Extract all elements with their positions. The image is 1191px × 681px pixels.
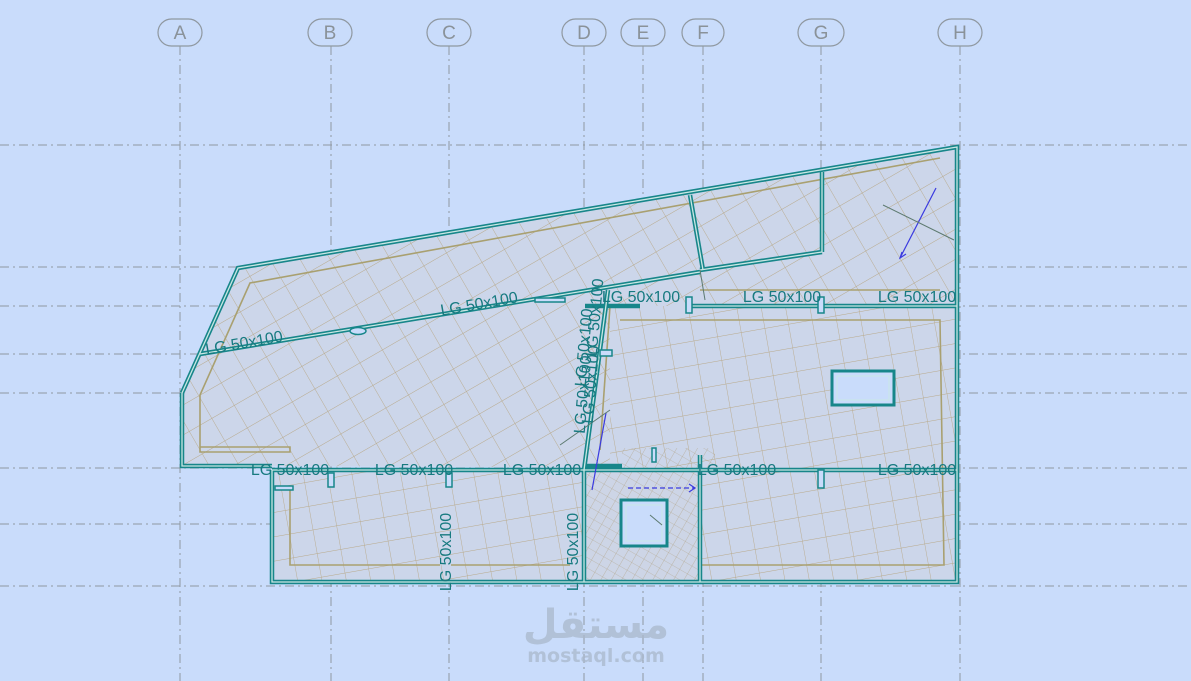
beam-label[interactable]: LG 50x100 xyxy=(878,462,956,479)
beam-label[interactable]: LG 50x100 xyxy=(438,513,455,591)
watermark-logo: مستقل mostaql.com xyxy=(523,602,669,667)
beam-label[interactable]: LG 50x100 xyxy=(503,462,581,479)
watermark-arabic: مستقل xyxy=(523,602,669,648)
beam-label[interactable]: LG 50x100 xyxy=(743,289,821,306)
grid-bubble-c[interactable]: C xyxy=(426,18,472,47)
grid-bubble-h[interactable]: H xyxy=(937,18,983,47)
grid-label-d: D xyxy=(577,23,591,44)
grid-label-b: B xyxy=(324,23,337,44)
grid-bubbles: A B C D E F G H xyxy=(157,18,983,47)
beam-label[interactable]: LG 50x100 xyxy=(565,513,582,591)
grid-bubble-b[interactable]: B xyxy=(307,18,353,47)
grid-label-h: H xyxy=(953,23,967,44)
grid-bubble-f[interactable]: F xyxy=(681,18,725,47)
grid-bubble-a[interactable]: A xyxy=(157,18,203,47)
grid-bubble-e[interactable]: E xyxy=(620,18,666,47)
beam-label[interactable]: LG 50x100 xyxy=(602,289,680,306)
beam-label[interactable]: LG 50x100 xyxy=(375,462,453,479)
grid-bubble-g[interactable]: G xyxy=(797,18,845,47)
beam-label[interactable]: LG 50x100 xyxy=(878,289,956,306)
grid-label-c: C xyxy=(442,23,456,44)
structural-plan-canvas[interactable]: A B C D E F G H LG 50x100LG 50x100 LG 50x100 LG… xyxy=(0,0,1191,681)
grid-label-f: F xyxy=(697,23,709,44)
beam-label[interactable]: LG 50x100 xyxy=(251,462,329,479)
beam-label[interactable]: LG 50x100 xyxy=(698,462,776,479)
grid-bubble-d[interactable]: D xyxy=(561,18,607,47)
grid-label-e: E xyxy=(637,23,650,44)
grid-label-a: A xyxy=(174,23,187,44)
watermark-latin: mostaql.com xyxy=(527,645,665,667)
grid-label-g: G xyxy=(814,23,829,44)
